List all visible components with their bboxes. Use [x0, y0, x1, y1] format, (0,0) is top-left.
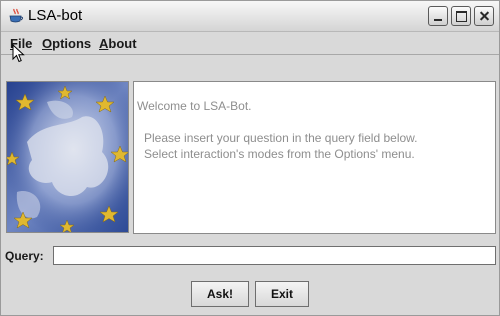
java-cup-icon — [9, 8, 23, 23]
minimize-icon[interactable] — [428, 6, 448, 26]
menu-about[interactable]: About — [99, 36, 137, 51]
close-icon[interactable] — [474, 6, 494, 26]
query-label: Query: — [5, 249, 44, 263]
eu-flag-map-image — [6, 81, 129, 233]
menu-options-mnemonic: O — [42, 36, 53, 51]
window-title: LSA-bot — [28, 7, 83, 24]
menu-bar: File Options About — [1, 32, 499, 55]
welcome-message: Welcome to LSA-Bot. — [137, 99, 252, 113]
instruction-line-2: Select interaction's modes from the Opti… — [144, 147, 415, 161]
banner-artwork — [7, 82, 128, 232]
ask-button[interactable]: Ask! — [191, 281, 249, 307]
title-bar[interactable]: LSA-bot — [1, 1, 499, 32]
app-window: LSA-bot File Options About Welcome to LS… — [0, 0, 500, 316]
menu-options-label: ptions — [52, 36, 92, 51]
message-pane: Welcome to LSA-Bot. Please insert your q… — [133, 81, 496, 234]
menu-options[interactable]: Options — [42, 36, 91, 51]
menu-about-label: bout — [108, 36, 137, 51]
exit-button[interactable]: Exit — [255, 281, 309, 307]
menu-about-mnemonic: A — [99, 36, 109, 51]
instruction-line-1: Please insert your question in the query… — [144, 131, 418, 145]
maximize-icon[interactable] — [451, 6, 471, 26]
query-input[interactable] — [53, 246, 496, 265]
mouse-pointer-icon — [12, 44, 25, 63]
